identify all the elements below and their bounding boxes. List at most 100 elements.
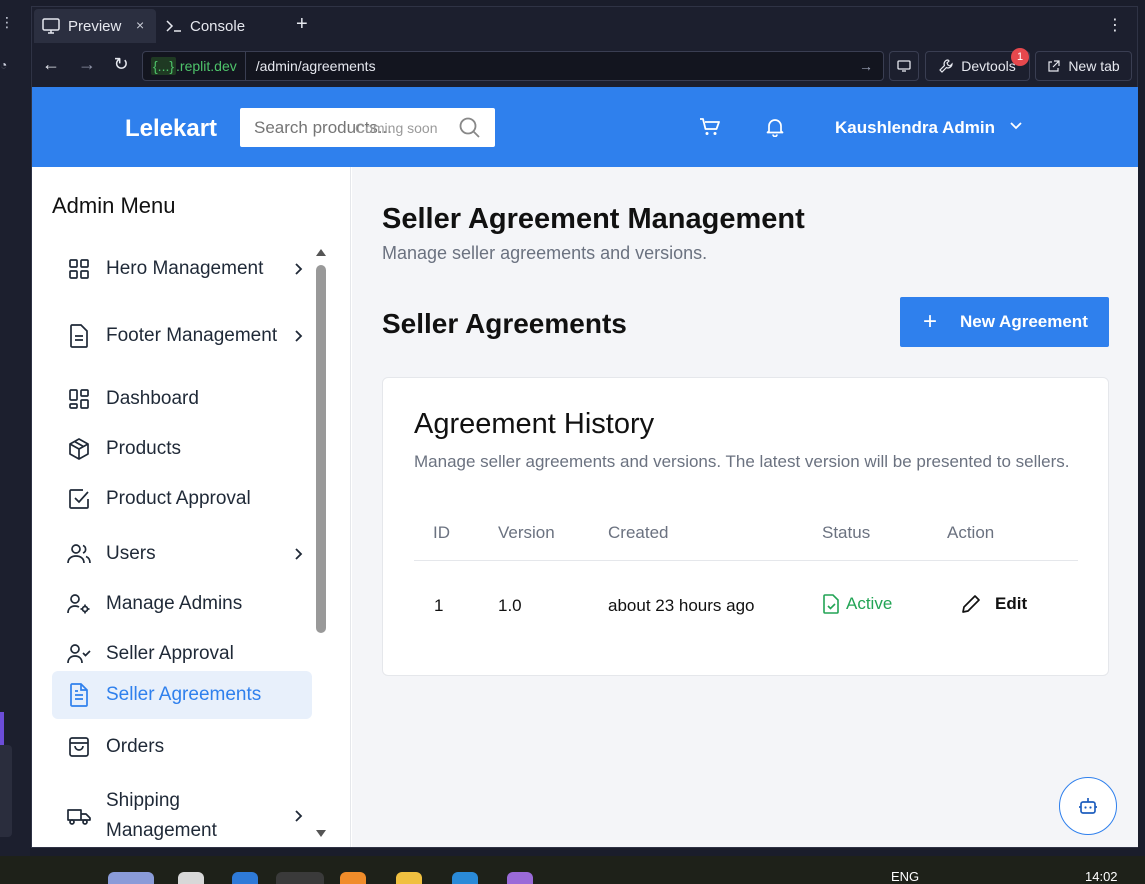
language-indicator[interactable]: ENG: [891, 869, 919, 884]
close-tab-icon[interactable]: ×: [136, 17, 144, 33]
sidebar-item-manage-admins[interactable]: Manage Admins: [52, 580, 312, 628]
sidebar-scrollbar[interactable]: [315, 247, 327, 847]
main-content: Seller Agreement Management Manage selle…: [352, 167, 1138, 847]
device-preview-button[interactable]: [889, 51, 919, 81]
more-vertical-icon[interactable]: ⋮: [1107, 15, 1123, 35]
url-path[interactable]: /admin/agreements: [246, 58, 859, 74]
user-menu[interactable]: Kaushlendra Admin: [835, 118, 995, 138]
screen-icon: [897, 60, 911, 72]
chevron-right-icon: [284, 809, 312, 823]
pencil-icon: [962, 595, 980, 613]
column-header-created: Created: [608, 523, 669, 542]
top-navbar: Lelekart Coming soon Kaushlendra Admin: [32, 87, 1138, 167]
tab-console[interactable]: Console: [158, 9, 286, 43]
url-host-suffix: .replit.dev: [176, 58, 237, 74]
devtools-error-badge: 1: [1011, 48, 1029, 66]
brand-logo[interactable]: Lelekart: [125, 115, 217, 143]
forward-arrow-icon[interactable]: →: [76, 54, 98, 75]
tab-console-label: Console: [190, 17, 246, 35]
go-arrow-icon[interactable]: →: [859, 58, 883, 74]
edit-label: Edit: [995, 594, 1028, 613]
edit-button[interactable]: Edit: [961, 594, 1027, 614]
sidebar-item-products[interactable]: Products: [52, 425, 312, 473]
side-panel-handle[interactable]: [0, 745, 12, 837]
column-header-id: ID: [433, 523, 450, 542]
terminal-icon: [166, 20, 181, 32]
gauge-icon[interactable]: ◔: [0, 58, 7, 72]
grid-icon: [52, 258, 106, 280]
card-title: Agreement History: [414, 408, 655, 440]
devtools-button[interactable]: Devtools 1: [925, 48, 1030, 81]
new-tab-label: New tab: [1068, 58, 1120, 74]
sidebar-item-product-approval[interactable]: Product Approval: [52, 475, 312, 523]
devtools-label: Devtools: [961, 58, 1016, 74]
pane-tabs: Preview × Console + ⋮: [32, 7, 1137, 45]
vscode-icon[interactable]: [452, 872, 478, 884]
page-title: Seller Agreement Management: [382, 203, 805, 235]
copilot-icon[interactable]: [108, 872, 154, 884]
sidebar-item-footer-management[interactable]: Footer Management: [52, 305, 312, 367]
sidebar-item-label: Shipping Management: [106, 790, 217, 841]
sidebar-item-label: Manage Admins: [106, 593, 243, 614]
reload-icon[interactable]: ↻: [110, 54, 132, 75]
chevron-right-icon: [284, 547, 312, 561]
firefox-icon[interactable]: [340, 872, 366, 884]
chevron-right-icon: [284, 329, 312, 343]
chevron-down-icon[interactable]: [1009, 118, 1023, 134]
cart-icon[interactable]: [699, 117, 721, 137]
edge-icon[interactable]: [232, 872, 258, 884]
status-label: Active: [846, 594, 893, 613]
sidebar-item-users[interactable]: Users: [52, 530, 312, 578]
more-vertical-icon[interactable]: ⋮: [0, 14, 14, 31]
bot-icon: [1079, 798, 1097, 814]
app-icon[interactable]: [507, 872, 533, 884]
section-title: Seller Agreements: [382, 308, 627, 339]
sidebar-item-label: Hero Management: [106, 258, 264, 279]
admin-sidebar: Admin Menu Hero Management Footer Manage…: [32, 167, 351, 847]
user-cog-icon: [52, 593, 106, 615]
column-header-version: Version: [498, 523, 555, 542]
os-taskbar: ENG 14:02: [0, 856, 1145, 884]
clock[interactable]: 14:02: [1085, 869, 1118, 884]
shopping-bag-icon: [52, 736, 106, 758]
file-manager-icon[interactable]: [178, 872, 204, 884]
truck-icon: [52, 806, 106, 826]
scrollbar-thumb[interactable]: [316, 265, 326, 633]
cell-version: 1.0: [498, 596, 522, 615]
external-link-icon: [1048, 59, 1060, 72]
cell-created: about 23 hours ago: [608, 596, 755, 615]
chrome-icon[interactable]: [276, 872, 324, 884]
new-agreement-button[interactable]: + New Agreement: [900, 297, 1109, 347]
url-host-tag: {...}: [151, 57, 177, 75]
new-tab-button[interactable]: New tab: [1035, 51, 1132, 81]
folder-icon[interactable]: [396, 872, 422, 884]
box-icon: [52, 437, 106, 461]
sidebar-item-seller-agreements[interactable]: Seller Agreements: [52, 671, 312, 719]
file-check-icon: [823, 594, 839, 614]
column-header-action: Action: [947, 523, 995, 542]
sidebar-item-label: Users: [106, 543, 156, 564]
back-arrow-icon[interactable]: ←: [40, 54, 62, 75]
sidebar-item-dashboard[interactable]: Dashboard: [52, 375, 312, 423]
preview-pane: Preview × Console + ⋮ ← → ↻ {...} .replit…: [31, 6, 1138, 848]
check-square-icon: [52, 488, 106, 510]
search-icon[interactable]: [459, 117, 481, 139]
cell-id: 1: [434, 596, 444, 615]
tab-preview-label: Preview: [68, 17, 122, 35]
assistant-bot-button[interactable]: [1059, 777, 1117, 835]
sidebar-item-label: Seller Agreements: [106, 684, 262, 705]
sidebar-item-shipping-management[interactable]: Shipping Management: [52, 785, 312, 847]
new-pane-tab-button[interactable]: +: [296, 13, 308, 36]
agreement-history-card: Agreement History Manage seller agreemen…: [382, 377, 1109, 676]
address-field[interactable]: {...} .replit.dev /admin/agreements →: [142, 51, 884, 81]
user-check-icon: [52, 643, 106, 665]
sidebar-item-orders[interactable]: Orders: [52, 723, 312, 771]
search-box: Coming soon: [240, 108, 495, 147]
scroll-up-arrow-icon[interactable]: [315, 247, 327, 257]
sidebar-item-label: Products: [106, 438, 181, 459]
bell-icon[interactable]: [765, 117, 785, 137]
sidebar-item-hero-management[interactable]: Hero Management: [52, 245, 312, 293]
chevron-right-icon: [284, 262, 312, 276]
url-bar: ← → ↻ {...} .replit.dev /admin/agreements…: [32, 45, 1137, 87]
scroll-down-arrow-icon[interactable]: [315, 829, 327, 839]
